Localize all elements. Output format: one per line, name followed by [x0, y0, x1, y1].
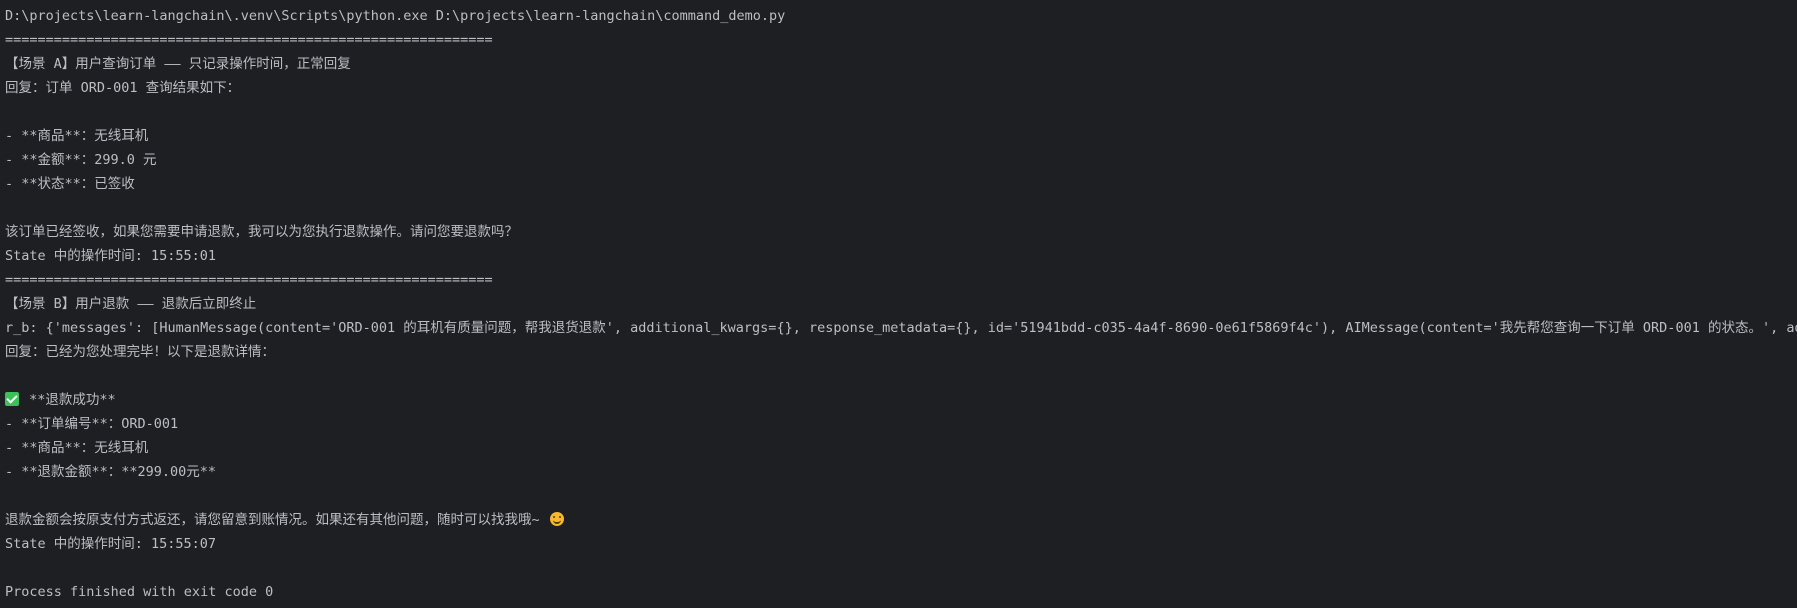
- product-line: - **商品**：无线耳机: [5, 128, 149, 144]
- smiling-face-icon: [549, 512, 564, 526]
- refund-note-line: 退款金额会按原支付方式返还，请您留意到账情况。如果还有其他问题，随时可以找我哦~: [5, 508, 1797, 532]
- command-line: D:\projects\learn-langchain\.venv\Script…: [5, 8, 786, 24]
- refund-success-line: **退款成功**: [5, 388, 1797, 412]
- run-console-output[interactable]: D:\projects\learn-langchain\.venv\Script…: [0, 0, 1797, 608]
- refund-offer-line: 该订单已经签收，如果您需要申请退款，我可以为您执行退款操作。请问您要退款吗？: [5, 224, 518, 240]
- state-time-b-line: State 中的操作时间: 15:55:07: [5, 536, 217, 552]
- separator-line: ========================================…: [5, 32, 493, 48]
- status-line: - **状态**：已签收: [5, 176, 135, 192]
- state-time-a-line: State 中的操作时间: 15:55:01: [5, 248, 217, 264]
- refund-success-text: **退款成功**: [21, 392, 116, 408]
- separator-line: ========================================…: [5, 272, 493, 288]
- r-b-dump-line: r_b: {'messages': [HumanMessage(content=…: [5, 320, 1797, 336]
- scenario-a-heading: 【场景 A】用户查询订单 —— 只记录操作时间，正常回复: [5, 56, 351, 72]
- reply-b-line: 回复：已经为您处理完毕！以下是退款详情：: [5, 344, 275, 360]
- order-number-line: - **订单编号**：ORD-001: [5, 416, 179, 432]
- scenario-b-heading: 【场景 B】用户退款 —— 退款后立即终止: [5, 296, 257, 312]
- reply-a-line: 回复：订单 ORD-001 查询结果如下：: [5, 80, 241, 96]
- refund-note-text: 退款金额会按原支付方式返还，请您留意到账情况。如果还有其他问题，随时可以找我哦~: [5, 512, 548, 528]
- product-line: - **商品**：无线耳机: [5, 440, 149, 456]
- refund-amount-line: - **退款金额**：**299.00元**: [5, 464, 217, 480]
- amount-line: - **金额**：299.0 元: [5, 152, 157, 168]
- process-exit-line: Process finished with exit code 0: [5, 584, 274, 600]
- check-mark-icon: [5, 392, 19, 406]
